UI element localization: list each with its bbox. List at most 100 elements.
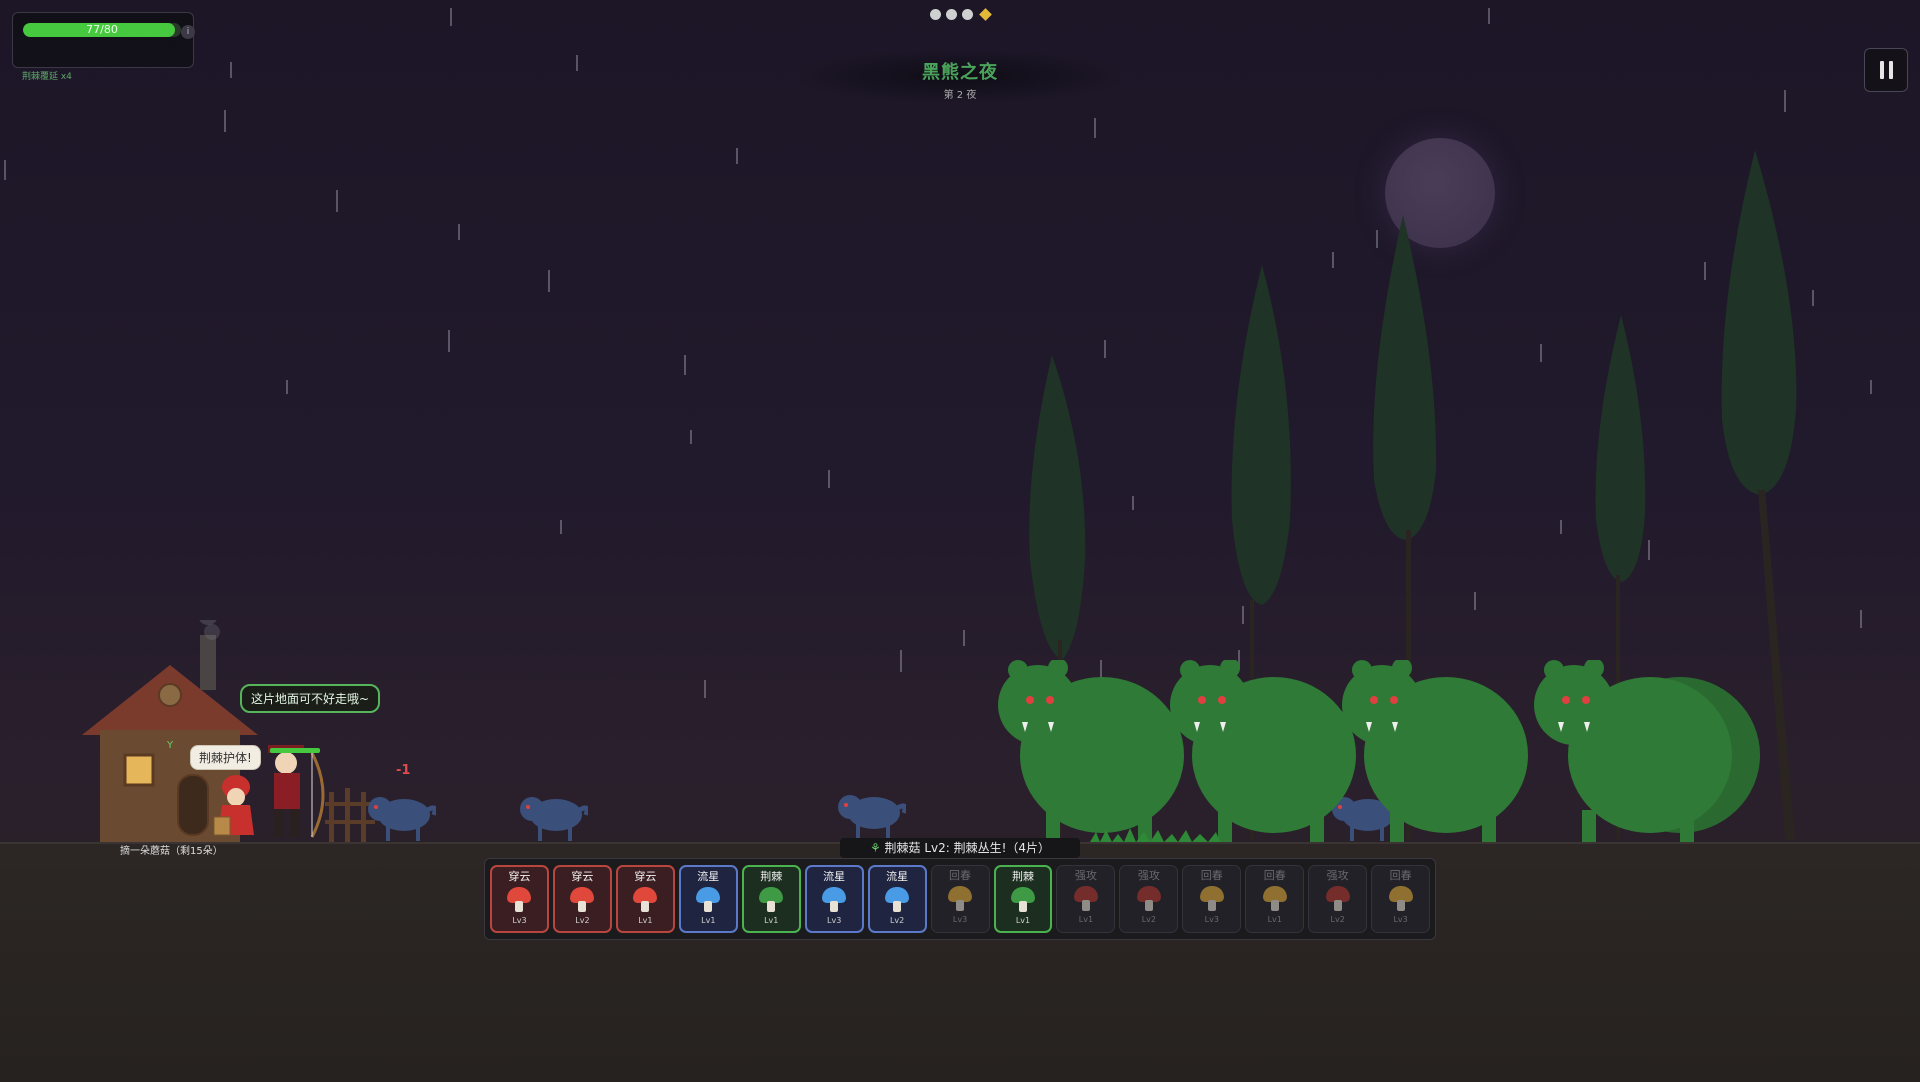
card-name: 回春 <box>1200 869 1223 882</box>
cottage-door <box>177 774 209 836</box>
bear-enemy <box>998 660 1184 842</box>
card-level: Lv3 <box>1393 915 1408 924</box>
mushroom-card[interactable]: 强攻 Lv1 <box>1056 865 1116 933</box>
mushroom-icon <box>505 885 533 915</box>
skill-status-text: 荆棘菇 Lv2: 荆棘丛生!（4片） <box>884 841 1051 855</box>
card-name: 强攻 <box>1137 869 1160 882</box>
mushroom-icon <box>1072 884 1100 914</box>
health-text: 77/80 <box>86 23 118 36</box>
info-icon[interactable]: i <box>181 25 195 39</box>
card-level: Lv2 <box>1141 915 1156 924</box>
player-girl <box>213 775 254 836</box>
progress-dot <box>930 8 941 20</box>
level-title: 黑熊之夜 <box>922 62 998 83</box>
mushroom-card[interactable]: 流星 Lv1 <box>678 865 738 933</box>
bear-enemy <box>1534 660 1760 842</box>
card-level: Lv2 <box>889 916 905 925</box>
mushroom-card[interactable]: 穿云 Lv2 <box>552 865 612 933</box>
mushroom-icon <box>694 885 722 915</box>
mushroom-icon <box>1198 884 1226 914</box>
mushroom-icon <box>946 884 974 914</box>
mushroom-card[interactable]: 强攻 Lv2 <box>1308 865 1368 933</box>
sprout-icon: ⚘ <box>869 841 885 855</box>
skill-status-banner: ⚘ 荆棘菇 Lv2: 荆棘丛生!（4片） <box>840 838 1080 858</box>
mushroom-icon <box>631 885 659 915</box>
card-level: Lv1 <box>1078 915 1094 924</box>
hint-bubble: 这片地面可不好走哦~ <box>240 684 381 713</box>
svg-text:Y: Y <box>166 740 174 751</box>
card-level: Lv1 <box>764 916 779 925</box>
card-name: 回春 <box>1263 869 1286 882</box>
thorn-patch <box>1090 828 1220 842</box>
mushroom-card[interactable]: 荆棘 Lv1 <box>993 865 1053 933</box>
card-name: 荆棘 <box>1011 870 1034 883</box>
card-level: Lv1 <box>1267 915 1282 924</box>
progress-dot <box>962 8 973 20</box>
tree-4 <box>1595 315 1646 582</box>
card-name: 穿云 <box>571 870 594 883</box>
tree-5 <box>1721 150 1797 495</box>
card-name: 强攻 <box>1326 869 1349 882</box>
card-level: Lv1 <box>1015 916 1031 925</box>
mushroom-card[interactable]: 回春 Lv3 <box>930 865 990 933</box>
mushroom-icon <box>757 885 785 915</box>
night-progress <box>930 6 992 22</box>
card-level: Lv1 <box>701 916 716 925</box>
card-name: 流星 <box>823 870 846 883</box>
mushroom-card[interactable]: 回春 Lv3 <box>1182 865 1242 933</box>
mushroom-icon <box>1009 885 1037 915</box>
mushroom-card[interactable]: 穿云 Lv3 <box>490 865 549 933</box>
level-subtitle: 第 2 夜 <box>943 90 977 101</box>
hunter-health-bar <box>270 748 320 753</box>
mushroom-icon <box>1324 884 1352 914</box>
damage-number: -1 <box>396 763 411 778</box>
mushroom-card[interactable]: 强攻 Lv2 <box>1119 865 1179 933</box>
card-level: Lv3 <box>512 916 527 925</box>
mushroom-pick-label: 摘一朵蘑菇（剩15朵） <box>120 846 223 857</box>
mushroom-card[interactable]: 流星 Lv2 <box>867 865 927 933</box>
mushroom-card[interactable]: 流星 Lv3 <box>804 865 864 933</box>
mushroom-card-bar: 穿云 Lv3 穿云 Lv2 穿云 Lv1 流星 Lv1 荆棘 Lv1 流星 Lv3 流星 Lv2 回春 Lv3… <box>484 858 1436 940</box>
tree-3 <box>1373 215 1437 540</box>
skill-bubble: 荆棘护体! <box>190 745 261 770</box>
card-name: 流星 <box>886 870 909 883</box>
card-name: 穿云 <box>634 870 657 883</box>
bear-enemy <box>1170 660 1356 842</box>
boss-diamond-icon <box>979 7 992 21</box>
card-name: 强攻 <box>1074 869 1097 882</box>
card-name: 流星 <box>697 870 720 883</box>
card-level: Lv2 <box>575 916 590 925</box>
card-level: Lv3 <box>827 916 842 925</box>
mushroom-icon <box>1387 884 1415 914</box>
mushroom-icon <box>1261 884 1289 914</box>
buff-status: 荆棘覆延 x4 <box>22 72 72 82</box>
mushroom-icon <box>883 885 911 915</box>
tree-2 <box>1231 265 1291 605</box>
pause-icon <box>1879 61 1884 79</box>
mushroom-icon <box>568 885 596 915</box>
wolf-enemy <box>838 795 906 839</box>
wolf-enemy <box>520 797 588 841</box>
card-level: Lv3 <box>952 915 968 924</box>
mushroom-card[interactable]: 回春 Lv3 <box>1371 865 1431 933</box>
level-title-panel: 黑熊之夜 第 2 夜 <box>800 50 1120 102</box>
card-level: Lv1 <box>638 916 653 925</box>
mushroom-card[interactable]: 穿云 Lv1 <box>615 865 675 933</box>
mushroom-card[interactable]: 回春 Lv1 <box>1245 865 1305 933</box>
card-name: 荆棘 <box>760 870 783 883</box>
card-level: Lv2 <box>1330 915 1345 924</box>
mushroom-card[interactable]: 荆棘 Lv1 <box>741 865 801 933</box>
tree-1 <box>1029 355 1086 660</box>
hunter-archer <box>268 745 325 838</box>
mushroom-icon <box>1135 884 1163 914</box>
card-name: 回春 <box>949 869 972 882</box>
cottage-window <box>123 753 155 787</box>
card-name: 回春 <box>1389 869 1412 882</box>
card-level: Lv3 <box>1204 915 1219 924</box>
bear-enemy <box>1342 660 1528 842</box>
progress-dot <box>946 8 957 20</box>
wolf-enemy <box>368 797 436 841</box>
pause-button[interactable] <box>1864 48 1908 92</box>
health-panel: 77/80 i <box>12 12 195 68</box>
mushroom-icon <box>820 885 848 915</box>
